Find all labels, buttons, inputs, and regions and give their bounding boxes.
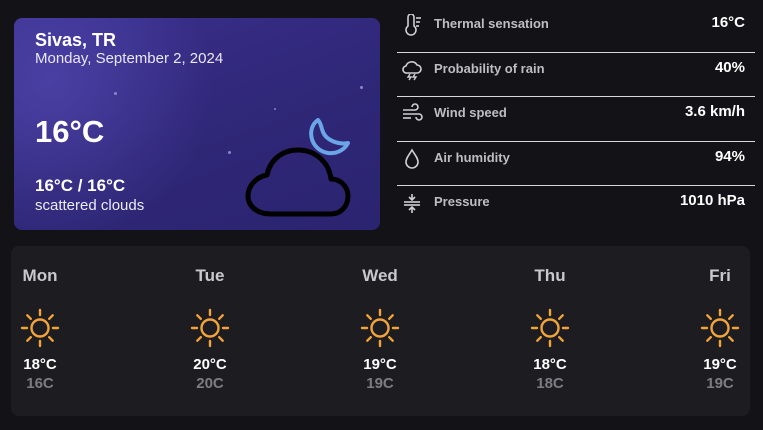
temperature-range: 16°C / 16°C xyxy=(35,176,126,195)
sun-icon xyxy=(20,308,60,348)
sun-icon xyxy=(530,308,570,348)
star-decoration xyxy=(114,92,117,95)
forecast-low: 16C xyxy=(26,375,54,392)
sun-icon xyxy=(190,308,230,348)
star-decoration xyxy=(228,151,231,154)
star-decoration xyxy=(360,86,363,89)
detail-label: Air humidity xyxy=(434,149,510,165)
detail-row-thermal-sensation: Thermal sensation 16°C xyxy=(397,8,755,53)
forecast-day-name: Wed xyxy=(362,266,398,285)
forecast-day-name: Thu xyxy=(534,266,566,285)
weather-details-list: Thermal sensation 16°C Probability of ra… xyxy=(397,8,755,230)
city-name: Sivas, TR xyxy=(35,30,117,50)
detail-value: 40% xyxy=(714,58,745,76)
forecast-day-thu: Thu 18°C 18C xyxy=(510,266,590,392)
rain-cloud-icon xyxy=(402,60,422,80)
sun-icon xyxy=(700,308,740,348)
detail-row-probability-of-rain: Probability of rain 40% xyxy=(397,53,755,97)
forecast-day-mon: Mon 18°C 16C xyxy=(0,266,80,392)
cloud-icon xyxy=(245,147,351,217)
detail-label: Wind speed xyxy=(434,105,507,120)
forecast-day-name: Mon xyxy=(22,266,58,285)
forecast-low: 19C xyxy=(706,375,734,392)
droplet-icon xyxy=(405,147,419,169)
wind-icon xyxy=(403,103,423,121)
forecast-day-wed: Wed 19°C 19C xyxy=(340,266,420,392)
forecast-day-name: Fri xyxy=(709,266,731,285)
five-day-forecast: Mon 18°C 16C Tue 20°C 20C Wed 19°C 19C T… xyxy=(11,246,750,416)
detail-value: 16°C xyxy=(711,14,745,31)
current-date: Monday, September 2, 2024 xyxy=(35,50,224,67)
current-temperature: 16°C xyxy=(35,114,105,149)
forecast-high: 20°C xyxy=(193,356,227,373)
current-weather-card: Sivas, TR Monday, September 2, 2024 16°C… xyxy=(14,18,380,230)
forecast-low: 19C xyxy=(366,375,394,392)
forecast-low: 20C xyxy=(196,375,224,392)
detail-row-wind-speed: Wind speed 3.6 km/h xyxy=(397,97,755,142)
thermometer-icon xyxy=(405,14,421,36)
detail-label: Thermal sensation xyxy=(434,16,549,31)
detail-value: 1010 hPa xyxy=(679,192,745,209)
detail-label: Pressure xyxy=(434,194,490,209)
detail-label: Probability of rain xyxy=(434,60,545,76)
forecast-high: 19°C xyxy=(703,356,737,373)
forecast-high: 18°C xyxy=(533,356,567,373)
forecast-day-fri: Fri 19°C 19C xyxy=(680,266,760,392)
forecast-high: 18°C xyxy=(23,356,57,373)
detail-value: 3.6 km/h xyxy=(684,103,745,120)
weather-description: scattered clouds xyxy=(35,197,145,214)
detail-row-air-humidity: Air humidity 94% xyxy=(397,142,755,186)
sun-icon xyxy=(360,308,400,348)
forecast-day-name: Tue xyxy=(195,266,225,285)
detail-value: 94% xyxy=(714,147,745,165)
star-decoration xyxy=(274,108,276,110)
detail-row-pressure: Pressure 1010 hPa xyxy=(397,186,755,230)
forecast-high: 19°C xyxy=(363,356,397,373)
forecast-day-tue: Tue 20°C 20C xyxy=(170,266,250,392)
forecast-low: 18C xyxy=(536,375,564,392)
pressure-icon xyxy=(404,194,420,213)
